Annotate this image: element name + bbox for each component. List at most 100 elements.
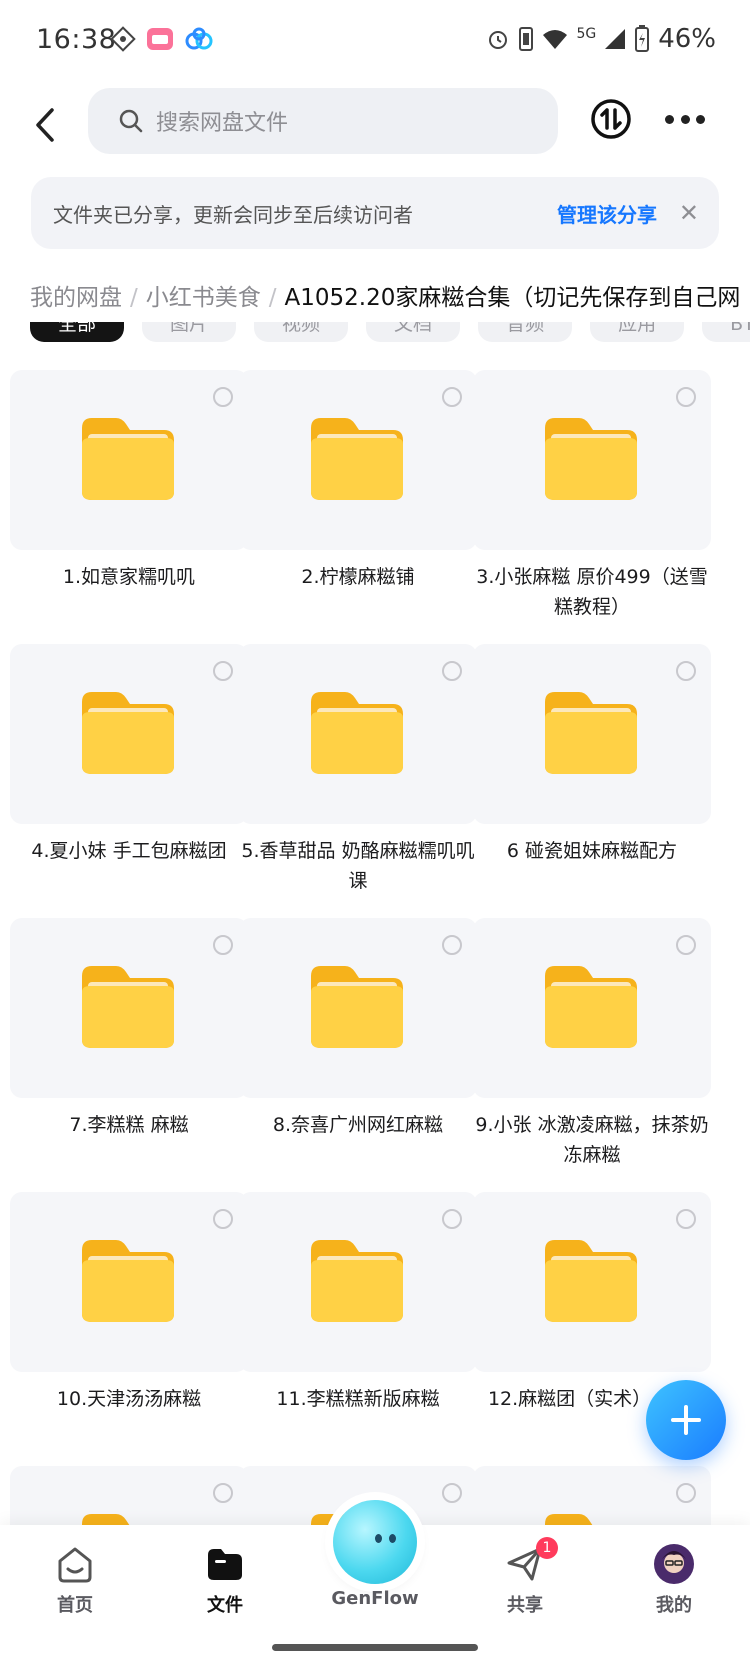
folder-card[interactable]: [473, 1466, 711, 1530]
search-placeholder: 搜索网盘文件: [156, 111, 289, 136]
folder-item[interactable]: 5.香草甜品 奶酪麻糍糯叽叽课: [239, 644, 477, 904]
genflow-button[interactable]: [333, 1500, 417, 1584]
filter-videos[interactable]: 视频: [254, 322, 349, 342]
folder-item[interactable]: 2.柠檬麻糍铺: [239, 370, 477, 630]
folder-icon: [82, 692, 174, 774]
paper-plane-icon: 1: [504, 1537, 558, 1585]
manage-share-link[interactable]: 管理该分享: [557, 199, 657, 228]
folder-card[interactable]: [473, 644, 711, 824]
folder-item[interactable]: 9.小张 冰激凌麻糍，抹茶奶冻麻糍: [473, 918, 711, 1178]
folder-item[interactable]: 11.李糕糕新版麻糍: [239, 1192, 477, 1452]
folder-grid: 1.如意家糯叽叽 2.柠檬麻糍铺 3.小张麻糍 原价499（送雪糕教程） 4.夏…: [10, 370, 740, 1530]
transfer-button[interactable]: [589, 97, 633, 141]
folder-card[interactable]: [10, 644, 248, 824]
select-radio[interactable]: [442, 387, 462, 407]
folder-card[interactable]: [473, 918, 711, 1098]
select-radio[interactable]: [213, 661, 233, 681]
select-radio[interactable]: [442, 661, 462, 681]
nav-home[interactable]: 首页: [15, 1543, 135, 1617]
select-radio[interactable]: [213, 1209, 233, 1229]
folder-icon: [311, 692, 403, 774]
back-button[interactable]: [22, 100, 72, 150]
breadcrumb-item-folder[interactable]: 小红书美食: [146, 285, 261, 311]
battery-percent: 46%: [658, 24, 716, 54]
folder-card[interactable]: [239, 370, 477, 550]
folder-name: 2.柠檬麻糍铺: [301, 566, 415, 588]
filter-apps[interactable]: 应用: [590, 322, 685, 342]
folder-card[interactable]: [239, 1192, 477, 1372]
folder-item[interactable]: 10.天津汤汤麻糍: [10, 1192, 248, 1452]
share-banner: 文件夹已分享，更新会同步至后续访问者 管理该分享 ✕: [31, 177, 719, 249]
folder-item[interactable]: [473, 1466, 711, 1530]
home-indicator: [272, 1644, 478, 1651]
filter-tabs: 全部 图片 视频 文档 音频 应用 BT种子: [0, 322, 750, 356]
select-radio[interactable]: [442, 935, 462, 955]
filter-all[interactable]: 全部: [30, 322, 125, 342]
folder-card[interactable]: [473, 370, 711, 550]
select-radio[interactable]: [676, 1209, 696, 1229]
grid-diamond-icon: [110, 26, 136, 52]
orb-eye-icon: [389, 1534, 396, 1543]
folder-card[interactable]: [10, 918, 248, 1098]
share-badge: 1: [536, 1537, 558, 1559]
more-dot-icon: [680, 114, 690, 124]
nav-files[interactable]: 文件: [165, 1543, 285, 1617]
folder-item[interactable]: 8.奈喜广州网红麻糍: [239, 918, 477, 1178]
nav-share-label: 共享: [507, 1595, 543, 1616]
select-radio[interactable]: [442, 1483, 462, 1503]
nav-mine-label: 我的: [656, 1595, 692, 1616]
alarm-icon: [489, 31, 508, 49]
folder-icon: [545, 692, 637, 774]
signal-icon: [605, 29, 626, 49]
select-radio[interactable]: [213, 387, 233, 407]
status-time: 16:38: [36, 24, 117, 55]
search-input[interactable]: 搜索网盘文件: [88, 88, 558, 154]
folder-card[interactable]: [473, 1192, 711, 1372]
folder-item[interactable]: 6 碰瓷姐妹麻糍配方: [473, 644, 711, 904]
breadcrumb-item-my-disk[interactable]: 我的网盘: [30, 285, 122, 311]
avatar: [653, 1543, 695, 1585]
nav-home-label: 首页: [57, 1595, 93, 1616]
folder-name: 3.小张麻糍 原价499（送雪糕教程）: [476, 566, 708, 618]
folder-card[interactable]: [10, 1192, 248, 1372]
select-radio[interactable]: [676, 387, 696, 407]
folder-card[interactable]: [10, 1466, 248, 1530]
nav-share[interactable]: 1 共享: [465, 1537, 585, 1617]
folder-card[interactable]: [239, 644, 477, 824]
folder-icon: [311, 1240, 403, 1322]
folder-item[interactable]: 4.夏小妹 手工包麻糍团: [10, 644, 248, 904]
folder-card[interactable]: [239, 918, 477, 1098]
select-radio[interactable]: [676, 1483, 696, 1503]
select-radio[interactable]: [676, 661, 696, 681]
folder-card[interactable]: [10, 370, 248, 550]
folder-name: 7.李糕糕 麻糍: [69, 1114, 189, 1136]
folder-item[interactable]: 3.小张麻糍 原价499（送雪糕教程）: [473, 370, 711, 630]
folder-item[interactable]: 7.李糕糕 麻糍: [10, 918, 248, 1178]
folder-name: 6 碰瓷姐妹麻糍配方: [506, 840, 678, 862]
folder-icon: [311, 966, 403, 1048]
nav-mine[interactable]: 我的: [614, 1543, 734, 1617]
select-radio[interactable]: [213, 935, 233, 955]
folder-icon: [82, 418, 174, 500]
nav-genflow-label: GenFlow: [331, 1588, 419, 1609]
folder-item[interactable]: [10, 1466, 248, 1530]
folder-icon: [545, 418, 637, 500]
folder-item[interactable]: 1.如意家糯叽叽: [10, 370, 248, 630]
filter-images[interactable]: 图片: [142, 322, 237, 342]
select-radio[interactable]: [442, 1209, 462, 1229]
filter-audio[interactable]: 音频: [478, 322, 573, 342]
filter-bt[interactable]: BT种子: [702, 322, 750, 342]
folder-icon: [545, 1240, 637, 1322]
folder-name: 5.香草甜品 奶酪麻糍糯叽叽课: [241, 840, 475, 892]
close-icon[interactable]: ✕: [679, 199, 699, 227]
network-type: 5G: [576, 26, 597, 42]
breadcrumb-current: A1052.20家麻糍合集（切记先保存到自己网: [284, 285, 741, 311]
filter-docs[interactable]: 文档: [366, 322, 461, 342]
select-radio[interactable]: [213, 1483, 233, 1503]
select-radio[interactable]: [676, 935, 696, 955]
more-button[interactable]: [665, 112, 705, 126]
folder-icon: [545, 966, 637, 1048]
status-app-icons: [110, 26, 214, 52]
battery-icon: [635, 25, 650, 52]
add-button[interactable]: [646, 1380, 726, 1460]
